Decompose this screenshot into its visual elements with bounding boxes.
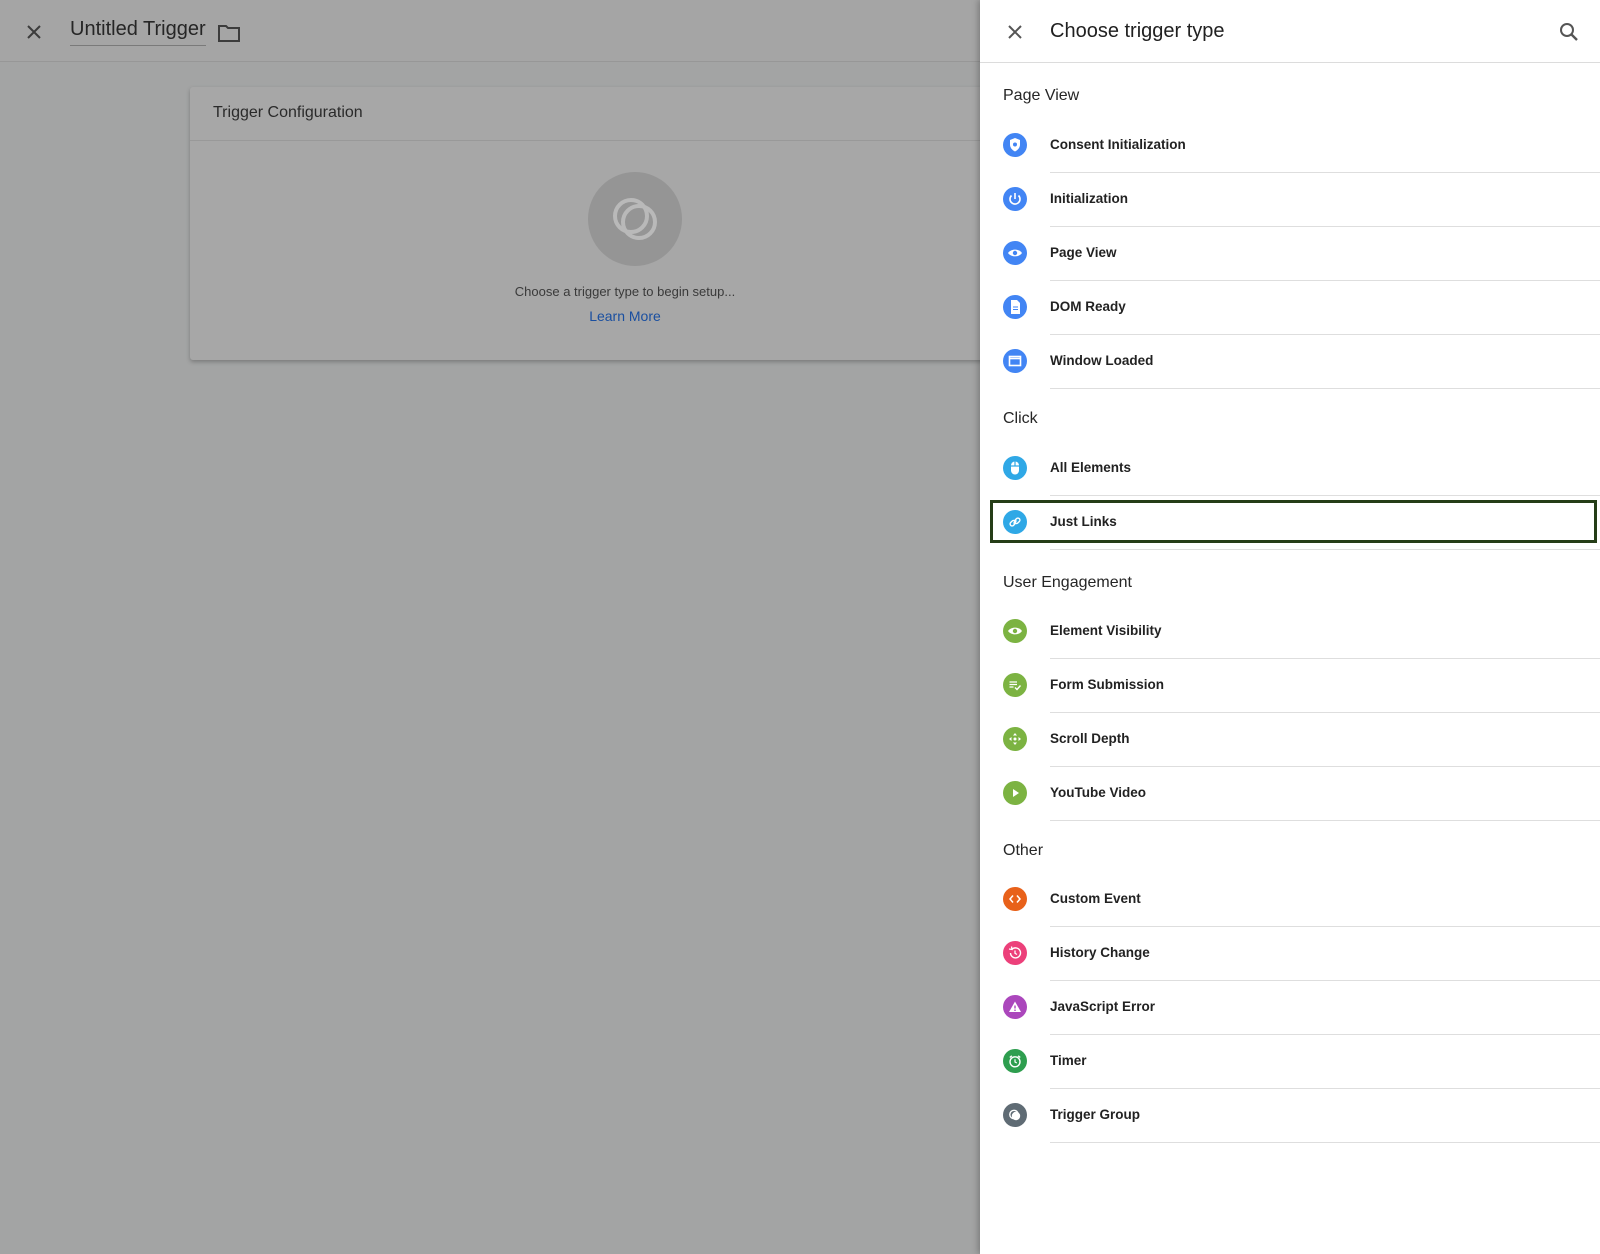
play-icon: [1003, 781, 1027, 805]
trigger-item-all-elements[interactable]: All Elements: [1003, 440, 1600, 496]
trigger-item-label: JavaScript Error: [1050, 999, 1156, 1014]
divider: [1050, 549, 1600, 550]
trigger-item-history-change[interactable]: History Change: [1003, 925, 1600, 981]
trigger-configuration-card[interactable]: Trigger Configuration Choose a trigger t…: [190, 87, 990, 360]
trigger-item-label: All Elements: [1050, 460, 1132, 475]
trigger-placeholder-icon: [588, 172, 682, 266]
trigger-item-trigger-group[interactable]: Trigger Group: [1003, 1087, 1600, 1143]
mouse-icon: [1003, 456, 1027, 480]
trigger-item-label: Page View: [1050, 245, 1117, 260]
trigger-item-window-loaded[interactable]: Window Loaded: [1003, 333, 1600, 389]
eye-icon: [1003, 619, 1027, 643]
history-icon: [1003, 941, 1027, 965]
shield-icon: [1003, 133, 1027, 157]
section-title-click: Click: [1003, 410, 1038, 427]
alarm-icon: [1003, 1049, 1027, 1073]
panel-header: Choose trigger type: [980, 0, 1600, 63]
trigger-item-label: Custom Event: [1050, 891, 1141, 906]
power-icon: [1003, 187, 1027, 211]
close-icon[interactable]: [22, 20, 46, 44]
trigger-item-label: Form Submission: [1050, 677, 1165, 692]
trigger-item-label: Consent Initialization: [1050, 137, 1186, 152]
document-icon: [1003, 295, 1027, 319]
trigger-item-label: Trigger Group: [1050, 1107, 1141, 1122]
trigger-item-dom-ready[interactable]: DOM Ready: [1003, 279, 1600, 335]
choose-trigger-panel: Choose trigger type Page View Consent In…: [980, 0, 1600, 1254]
card-header: Trigger Configuration: [190, 87, 990, 141]
folder-icon[interactable]: [217, 22, 241, 44]
form-check-icon: [1003, 673, 1027, 697]
divider: [1050, 1142, 1600, 1143]
trigger-item-youtube-video[interactable]: YouTube Video: [1003, 765, 1600, 821]
move-icon: [1003, 727, 1027, 751]
trigger-item-javascript-error[interactable]: JavaScript Error: [1003, 979, 1600, 1035]
trigger-item-scroll-depth[interactable]: Scroll Depth: [1003, 711, 1600, 767]
code-icon: [1003, 887, 1027, 911]
trigger-item-form-submission[interactable]: Form Submission: [1003, 657, 1600, 713]
trigger-item-element-visibility[interactable]: Element Visibility: [1003, 603, 1600, 659]
trigger-item-label: Timer: [1050, 1053, 1087, 1068]
trigger-item-label: History Change: [1050, 945, 1150, 960]
learn-more-link[interactable]: Learn More: [190, 308, 1060, 324]
trigger-item-label: Window Loaded: [1050, 353, 1154, 368]
trigger-item-custom-event[interactable]: Custom Event: [1003, 871, 1600, 927]
editor-topbar: Untitled Trigger: [0, 0, 980, 62]
search-icon[interactable]: [1558, 21, 1580, 43]
trigger-item-label: YouTube Video: [1050, 785, 1147, 800]
trigger-item-label: DOM Ready: [1050, 299, 1126, 314]
trigger-item-just-links[interactable]: Just Links: [990, 494, 1600, 550]
eye-icon: [1003, 241, 1027, 265]
window-icon: [1003, 349, 1027, 373]
trigger-item-label: Initialization: [1050, 191, 1129, 206]
trigger-item-label: Just Links: [1050, 514, 1117, 529]
trigger-item-page-view[interactable]: Page View: [1003, 225, 1600, 281]
section-title-user-engagement: User Engagement: [1003, 574, 1132, 591]
trigger-item-label: Scroll Depth: [1050, 731, 1130, 746]
warning-icon: [1003, 995, 1027, 1019]
divider: [1050, 820, 1600, 821]
link-icon: [1003, 510, 1027, 534]
section-title-other: Other: [1003, 842, 1044, 859]
trigger-group-icon: [1003, 1103, 1027, 1127]
trigger-item-consent-initialization[interactable]: Consent Initialization: [1003, 117, 1600, 173]
divider: [1050, 388, 1600, 389]
empty-state-text: Choose a trigger type to begin setup...: [514, 284, 736, 299]
trigger-name-field[interactable]: Untitled Trigger: [70, 18, 206, 46]
panel-title: Choose trigger type: [1050, 20, 1225, 42]
section-title-page-view: Page View: [1003, 87, 1080, 104]
close-icon[interactable]: [1004, 21, 1026, 43]
trigger-item-initialization[interactable]: Initialization: [1003, 171, 1600, 227]
trigger-item-label: Element Visibility: [1050, 623, 1162, 638]
trigger-item-timer[interactable]: Timer: [1003, 1033, 1600, 1089]
